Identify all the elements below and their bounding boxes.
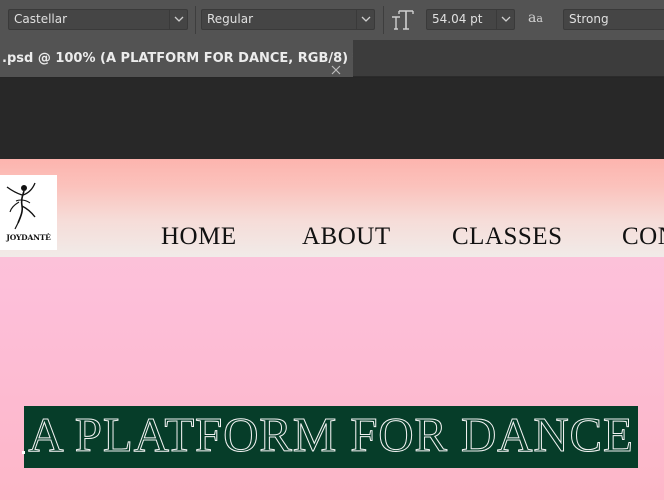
site-header: JOYDANTÉ HOME ABOUT CLASSES CON (0, 159, 664, 257)
document-tab-bar: .psd @ 100% (A PLATFORM FOR DANCE, RGB/8… (0, 40, 664, 77)
close-icon[interactable] (331, 53, 341, 77)
divider (195, 6, 196, 34)
font-family-value: Castellar (14, 12, 68, 26)
chevron-down-icon[interactable] (169, 10, 187, 29)
nav-item-home[interactable]: HOME (161, 223, 237, 251)
nav-item-contact[interactable]: CON (622, 223, 664, 251)
font-size-icon (391, 9, 415, 35)
document-tab-title: .psd @ 100% (A PLATFORM FOR DANCE, RGB/8… (2, 51, 353, 66)
font-style-value: Regular (207, 12, 254, 26)
chevron-down-icon[interactable] (356, 10, 374, 29)
anti-alias-icon: aa (528, 10, 543, 26)
anti-alias-dropdown[interactable]: Strong (563, 9, 664, 30)
anti-alias-value: Strong (569, 12, 609, 26)
nav-item-classes[interactable]: CLASSES (452, 223, 562, 251)
font-style-dropdown[interactable]: Regular (201, 9, 375, 30)
logo-text: JOYDANTÉ (6, 233, 51, 242)
font-size-field[interactable]: 54.04 pt (426, 9, 515, 30)
pasteboard (0, 78, 664, 159)
divider (383, 6, 384, 34)
text-insertion-cursor (22, 451, 25, 454)
dancer-logo-icon (6, 182, 36, 230)
font-family-dropdown[interactable]: Castellar (8, 9, 188, 30)
options-bar: Castellar Regular 54.04 pt aa Strong (0, 0, 664, 40)
nav-item-about[interactable]: ABOUT (302, 223, 391, 251)
document-tab[interactable]: .psd @ 100% (A PLATFORM FOR DANCE, RGB/8… (0, 40, 353, 77)
font-size-value: 54.04 pt (432, 12, 483, 26)
document-canvas[interactable]: JOYDANTÉ HOME ABOUT CLASSES CON A PLATFO… (0, 159, 664, 500)
anti-alias-icon-small: a (536, 12, 543, 25)
chevron-down-icon[interactable] (496, 10, 514, 29)
logo: JOYDANTÉ (0, 175, 57, 250)
headline-text[interactable]: A PLATFORM FOR DANCE (24, 407, 638, 467)
